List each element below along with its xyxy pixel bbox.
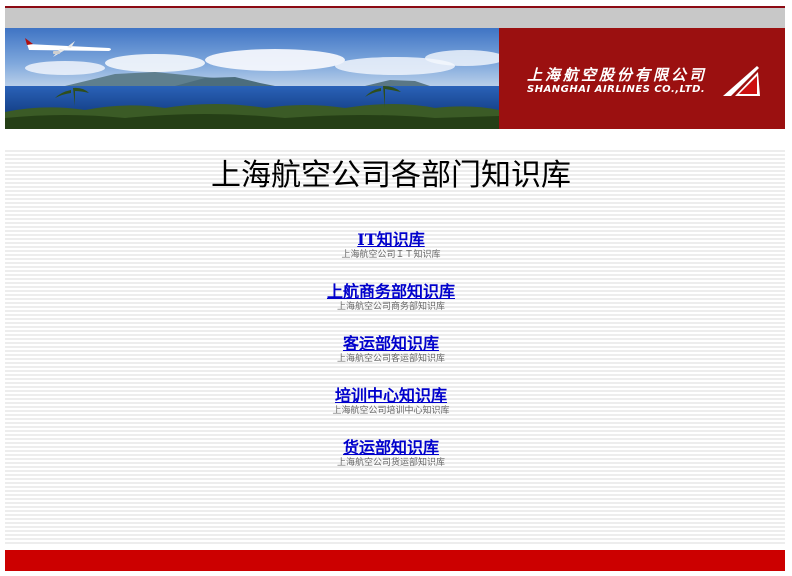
list-item: 货运部知识库 上海航空公司货运部知识库 bbox=[5, 438, 777, 490]
list-item: 上航商务部知识库 上海航空公司商务部知识库 bbox=[5, 282, 777, 334]
list-item: 培训中心知识库 上海航空公司培训中心知识库 bbox=[5, 386, 777, 438]
top-bar bbox=[5, 8, 785, 28]
it-kb-link[interactable]: IT知识库 bbox=[357, 230, 424, 250]
business-kb-description: 上海航空公司商务部知识库 bbox=[336, 302, 445, 312]
cargo-kb-link[interactable]: 货运部知识库 bbox=[343, 438, 439, 458]
training-kb-link[interactable]: 培训中心知识库 bbox=[335, 386, 447, 406]
brand-name-en: SHANGHAI AIRLINES CO.,LTD. bbox=[527, 84, 706, 95]
training-kb-description: 上海航空公司培训中心知识库 bbox=[332, 406, 450, 416]
brand-name-cn: 上海航空股份有限公司 bbox=[527, 66, 708, 84]
main-content: 上海航空公司各部门知识库 IT知识库 上海航空公司ＩＴ知识库 上航商务部知识库 … bbox=[5, 148, 785, 546]
page-title: 上海航空公司各部门知识库 bbox=[211, 158, 571, 193]
airline-logo-icon bbox=[723, 66, 760, 96]
list-item: IT知识库 上海航空公司ＩＴ知识库 bbox=[5, 230, 777, 282]
passenger-kb-link[interactable]: 客运部知识库 bbox=[343, 334, 439, 354]
knowledge-base-list: IT知识库 上海航空公司ＩＴ知识库 上航商务部知识库 上海航空公司商务部知识库 … bbox=[5, 230, 777, 490]
banner-photo bbox=[5, 28, 499, 129]
list-item: 客运部知识库 上海航空公司客运部知识库 bbox=[5, 334, 777, 386]
business-kb-link[interactable]: 上航商务部知识库 bbox=[327, 282, 455, 302]
passenger-kb-description: 上海航空公司客运部知识库 bbox=[336, 354, 445, 364]
brand-panel: 上海航空股份有限公司 SHANGHAI AIRLINES CO.,LTD. bbox=[499, 28, 785, 129]
cargo-kb-description: 上海航空公司货运部知识库 bbox=[336, 458, 445, 468]
footer-bar bbox=[5, 550, 785, 571]
it-kb-description: 上海航空公司ＩＴ知识库 bbox=[341, 250, 441, 260]
header-banner: 上海航空股份有限公司 SHANGHAI AIRLINES CO.,LTD. bbox=[5, 28, 785, 129]
